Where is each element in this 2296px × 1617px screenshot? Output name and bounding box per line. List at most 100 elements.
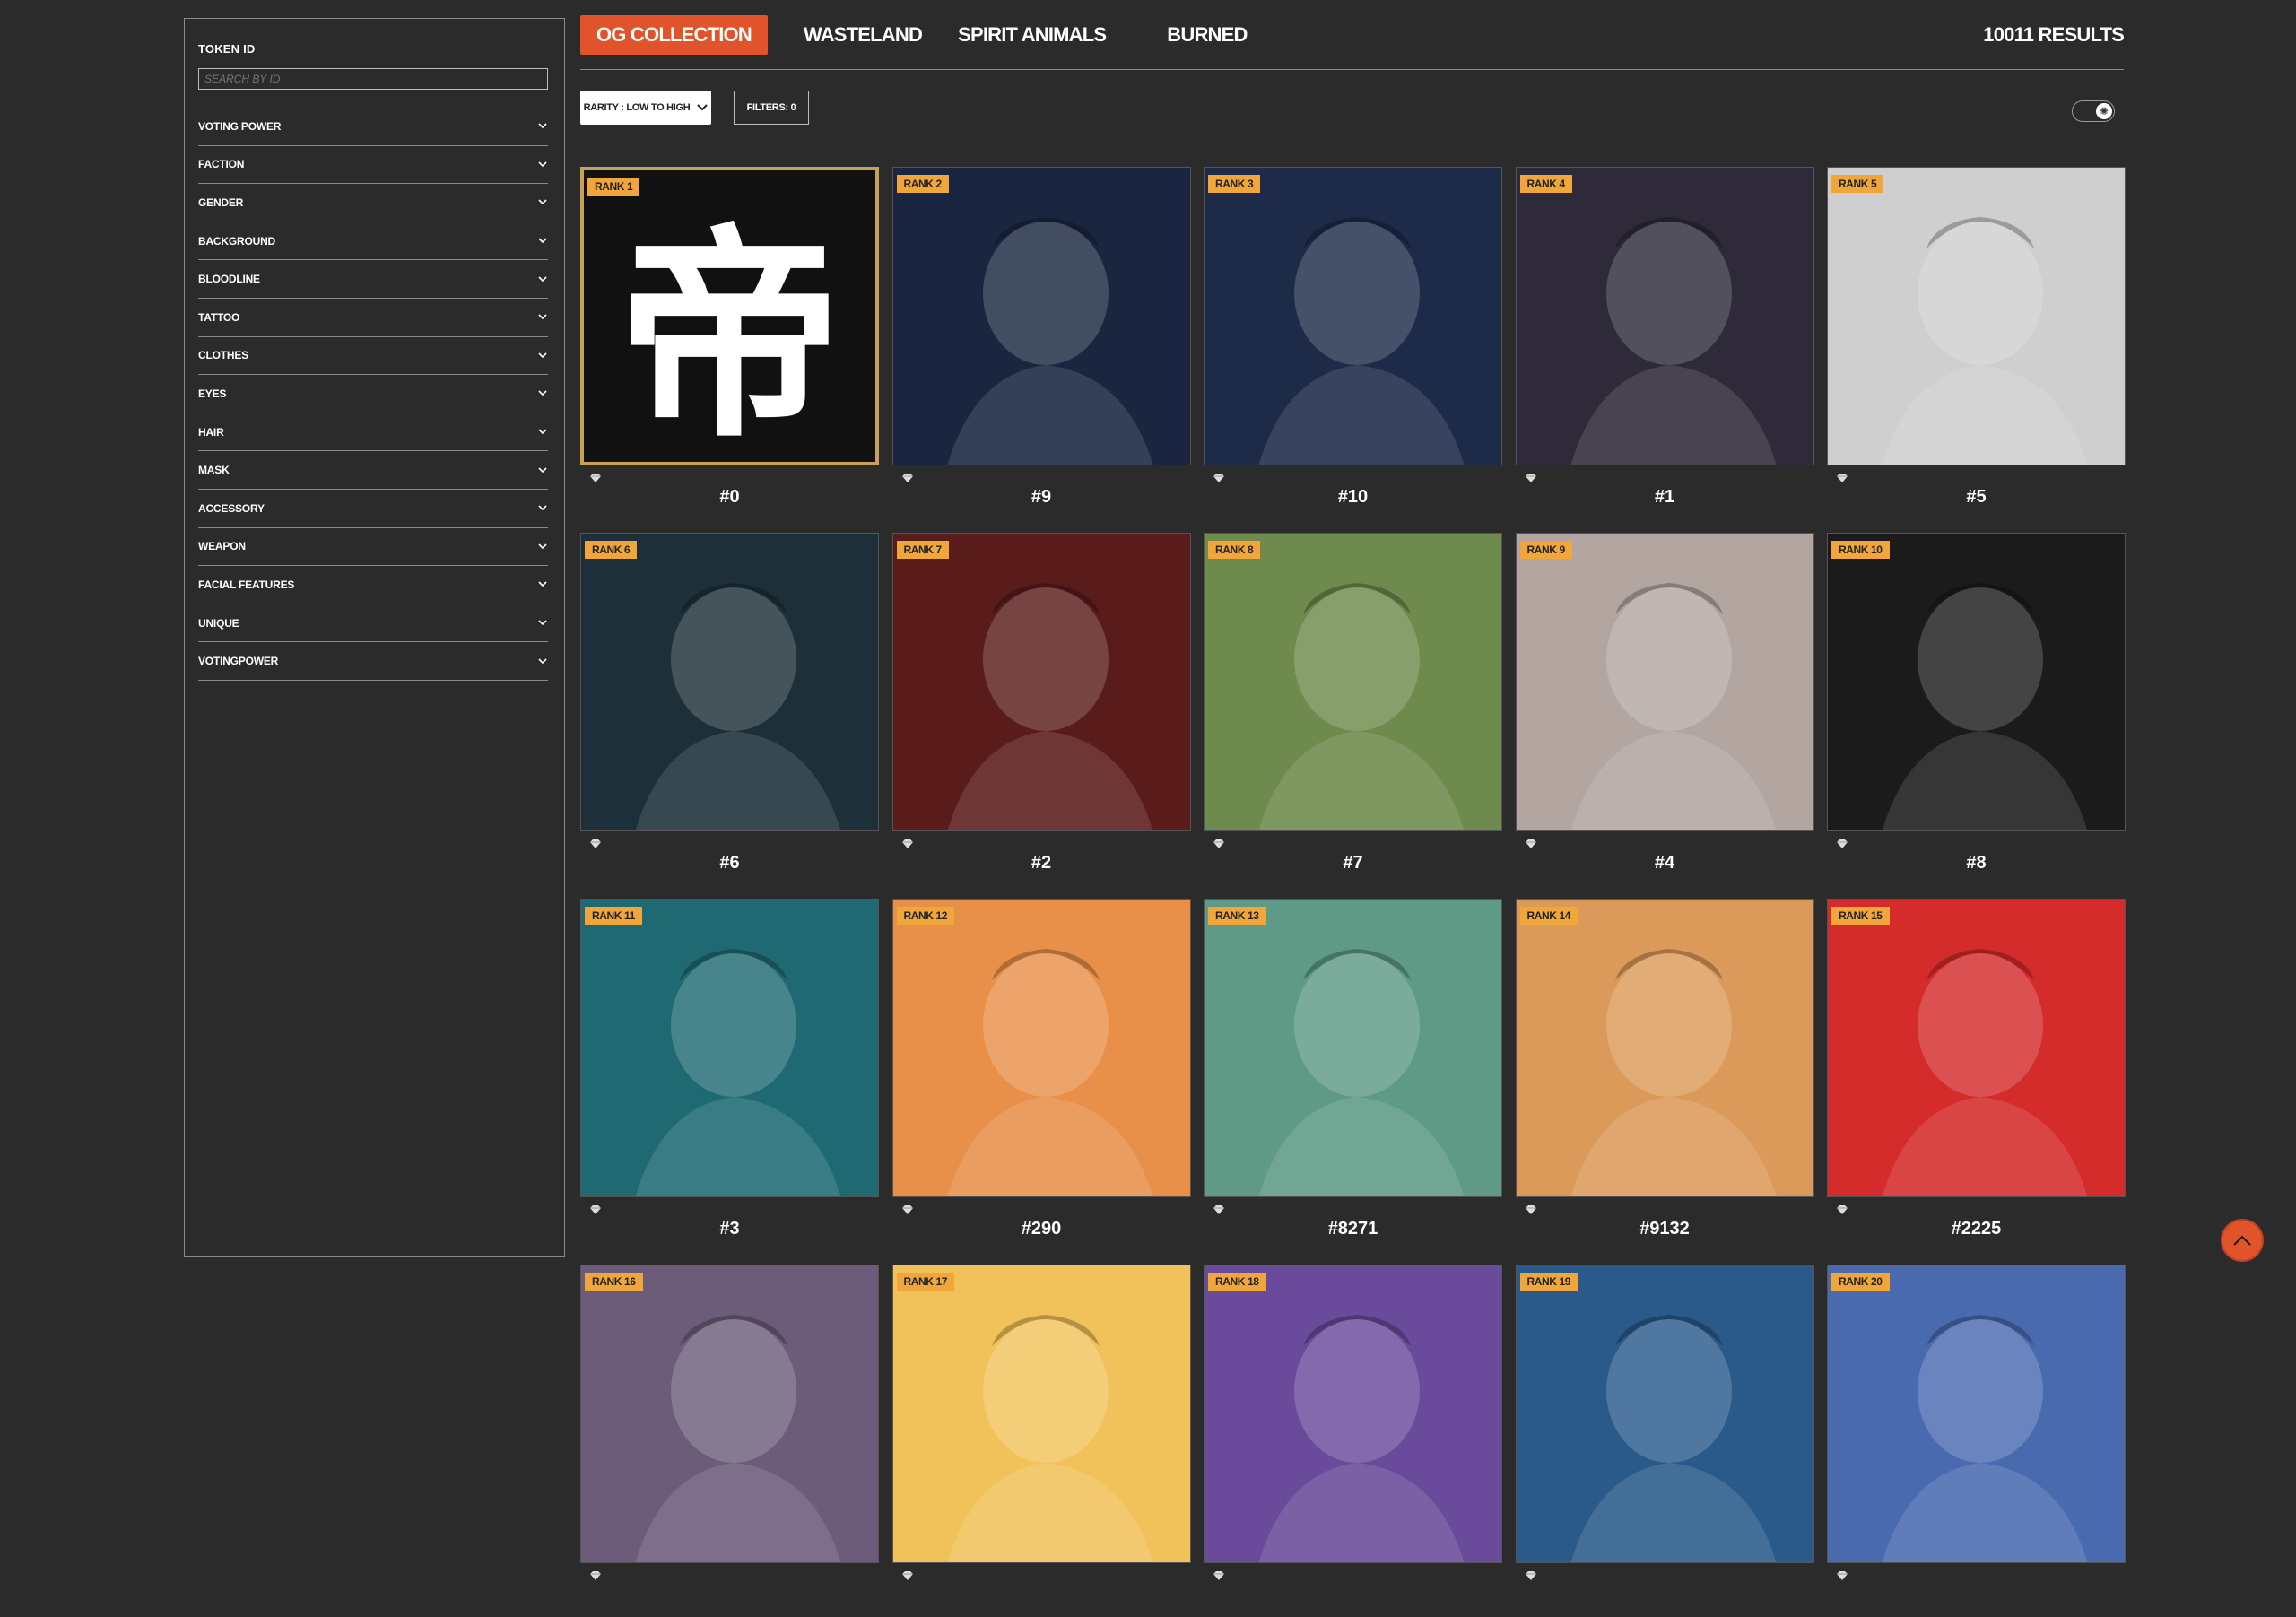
nft-card[interactable]: RANK 9 #4 bbox=[1515, 533, 1814, 885]
card-meta: #7 bbox=[1204, 831, 1502, 885]
scroll-to-top-button[interactable] bbox=[2221, 1219, 2264, 1262]
filters-button[interactable]: FILTERS: 0 bbox=[734, 91, 809, 125]
nft-image[interactable]: RANK 18 bbox=[1204, 1265, 1502, 1563]
rank-badge: RANK 9 bbox=[1519, 541, 1572, 559]
nft-image[interactable]: RANK 12 bbox=[891, 899, 1191, 1197]
filter-mask[interactable]: MASK bbox=[198, 451, 548, 490]
filter-label: CLOTHES bbox=[198, 349, 248, 362]
nft-image[interactable]: RANK 7 bbox=[891, 533, 1191, 831]
filter-faction[interactable]: FACTION bbox=[198, 146, 548, 185]
filter-facial-features[interactable]: FACIAL FEATURES bbox=[198, 566, 548, 604]
portrait-illustration bbox=[635, 1315, 841, 1562]
nft-card[interactable]: RANK 8 #7 bbox=[1204, 533, 1502, 885]
token-number: #0 bbox=[719, 487, 740, 507]
nft-image[interactable]: RANK 10 bbox=[1827, 533, 2126, 831]
nft-card[interactable]: RANK 19 bbox=[1515, 1265, 1814, 1617]
nft-image[interactable]: RANK 4 bbox=[1515, 167, 1814, 465]
nft-image[interactable]: RANK 2 bbox=[891, 167, 1191, 465]
sort-dropdown[interactable]: RARITY : LOW TO HIGH bbox=[580, 91, 711, 125]
filter-label: GENDER bbox=[198, 196, 244, 209]
filter-hair[interactable]: HAIR bbox=[198, 413, 548, 452]
card-meta: #5 bbox=[1827, 465, 2126, 519]
nft-image[interactable]: RANK 14 bbox=[1515, 899, 1814, 1197]
nft-card[interactable]: RANK 17 bbox=[891, 1265, 1191, 1617]
nft-card[interactable]: RANK 11 #3 bbox=[580, 899, 879, 1251]
portrait-illustration bbox=[1258, 217, 1465, 465]
nft-image[interactable]: RANK 17 bbox=[891, 1265, 1191, 1563]
diamond-icon bbox=[1213, 1205, 1224, 1214]
nft-image[interactable]: RANK 3 bbox=[1204, 167, 1502, 465]
rank-badge: RANK 10 bbox=[1831, 541, 1890, 559]
rank-badge: RANK 6 bbox=[585, 541, 638, 559]
nft-card[interactable]: RANK 16 bbox=[580, 1265, 879, 1617]
nft-image[interactable]: RANK 5 bbox=[1827, 167, 2126, 465]
nft-card[interactable]: RANK 14 #9132 bbox=[1515, 899, 1814, 1251]
rank-badge: RANK 4 bbox=[1519, 175, 1572, 193]
diamond-icon bbox=[590, 1205, 601, 1214]
tab-og-collection[interactable]: OG COLLECTION bbox=[580, 14, 768, 55]
filter-votingpower[interactable]: VOTINGPOWER bbox=[198, 642, 548, 681]
tab-wasteland[interactable]: WASTELAND bbox=[804, 23, 923, 47]
filter-accessory[interactable]: ACCESSORY bbox=[198, 490, 548, 528]
filter-unique[interactable]: UNIQUE bbox=[198, 604, 548, 643]
nft-card[interactable]: RANK 10 #8 bbox=[1827, 533, 2126, 885]
filter-gender[interactable]: GENDER bbox=[198, 184, 548, 222]
tab-burned[interactable]: BURNED bbox=[1167, 23, 1248, 47]
nft-card[interactable]: RANK 12 #290 bbox=[891, 899, 1191, 1251]
nft-card[interactable]: RANK 5 #5 bbox=[1827, 167, 2126, 519]
card-meta: #2 bbox=[892, 831, 1191, 885]
nft-card[interactable]: RANK 20 bbox=[1827, 1265, 2126, 1617]
nft-image[interactable]: 帝 RANK 1 bbox=[580, 167, 879, 465]
token-id-search-input[interactable] bbox=[198, 68, 548, 90]
nft-image[interactable]: RANK 8 bbox=[1204, 533, 1502, 831]
nft-card[interactable]: RANK 2 #9 bbox=[891, 167, 1191, 519]
nft-card[interactable]: 帝 RANK 1 #0 bbox=[580, 167, 879, 519]
nft-image[interactable]: RANK 11 bbox=[580, 899, 879, 1197]
filter-label: HAIR bbox=[198, 425, 224, 439]
nft-image[interactable]: RANK 9 bbox=[1515, 533, 1814, 831]
token-number: #10 bbox=[1337, 487, 1369, 507]
main-content: OG COLLECTION WASTELAND SPIRIT ANIMALS B… bbox=[580, 14, 2126, 1580]
nft-image[interactable]: RANK 19 bbox=[1515, 1265, 1814, 1563]
diamond-icon bbox=[1525, 839, 1536, 848]
chevron-down-icon bbox=[537, 541, 548, 552]
nft-card[interactable]: RANK 18 bbox=[1204, 1265, 1502, 1617]
filter-clothes[interactable]: CLOTHES bbox=[198, 337, 548, 376]
token-number: #5 bbox=[1966, 487, 1987, 507]
filter-eyes[interactable]: EYES bbox=[198, 375, 548, 413]
filter-weapon[interactable]: WEAPON bbox=[198, 528, 548, 567]
nft-card[interactable]: RANK 7 #2 bbox=[891, 533, 1191, 885]
sort-label: RARITY : LOW TO HIGH bbox=[583, 102, 691, 113]
card-meta: #2225 bbox=[1827, 1197, 2126, 1251]
nft-image[interactable]: RANK 13 bbox=[1204, 899, 1502, 1197]
diamond-icon bbox=[1213, 474, 1224, 482]
nft-image[interactable]: RANK 16 bbox=[580, 1265, 879, 1563]
portrait-illustration bbox=[1882, 583, 2088, 830]
filter-bloodline[interactable]: BLOODLINE bbox=[198, 260, 548, 299]
chevron-down-icon bbox=[697, 104, 709, 111]
chevron-down-icon bbox=[537, 618, 548, 629]
nft-image[interactable]: RANK 20 bbox=[1827, 1265, 2126, 1563]
filter-label: ACCESSORY bbox=[198, 501, 265, 515]
filter-tattoo[interactable]: TATTOO bbox=[198, 299, 548, 337]
nft-card[interactable]: RANK 13 #8271 bbox=[1204, 899, 1502, 1251]
filter-background[interactable]: BACKGROUND bbox=[198, 222, 548, 261]
filter-sidebar: TOKEN ID VOTING POWER FACTION GENDER BACKGR… bbox=[184, 18, 565, 1257]
card-meta: #6 bbox=[580, 831, 879, 885]
rank-badge: RANK 1 bbox=[587, 178, 640, 196]
chevron-down-icon bbox=[537, 656, 548, 666]
nft-card[interactable]: RANK 6 #6 bbox=[580, 533, 879, 885]
portrait-illustration bbox=[1258, 1315, 1465, 1562]
card-meta bbox=[580, 1563, 879, 1617]
nft-card[interactable]: RANK 3 #10 bbox=[1204, 167, 1502, 519]
filter-voting-power[interactable]: VOTING POWER bbox=[198, 108, 548, 146]
portrait-illustration bbox=[1570, 949, 1776, 1196]
rank-badge: RANK 15 bbox=[1831, 907, 1890, 925]
tab-spirit-animals[interactable]: SPIRIT ANIMALS bbox=[958, 23, 1107, 47]
nft-card[interactable]: RANK 15 #2225 bbox=[1827, 899, 2126, 1251]
nft-image[interactable]: RANK 15 bbox=[1827, 899, 2126, 1197]
nft-card[interactable]: RANK 4 #1 bbox=[1515, 167, 1814, 519]
card-meta: #8 bbox=[1827, 831, 2126, 885]
theme-toggle[interactable]: ✺ bbox=[2072, 100, 2115, 122]
nft-image[interactable]: RANK 6 bbox=[580, 533, 879, 831]
